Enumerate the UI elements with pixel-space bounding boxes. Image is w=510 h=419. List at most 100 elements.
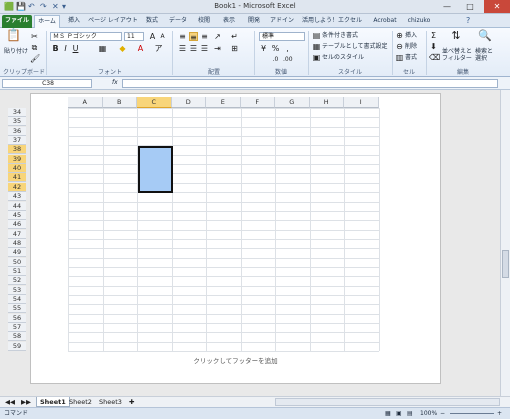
row-header-53[interactable]: 53 xyxy=(8,285,26,295)
comma-icon[interactable]: , xyxy=(283,44,292,53)
row-header-34[interactable]: 34 xyxy=(8,108,26,117)
sheet-tab-1[interactable]: Sheet1 xyxy=(36,397,70,407)
row-header-54[interactable]: 54 xyxy=(8,295,26,304)
row-header-59[interactable]: 59 xyxy=(8,341,26,351)
tab-acrobat[interactable]: Acrobat xyxy=(370,15,400,28)
row-header-47[interactable]: 47 xyxy=(8,229,26,239)
tab-developer[interactable]: 開発 xyxy=(243,15,265,28)
tab-file[interactable]: ファイル xyxy=(2,15,32,28)
row-header-49[interactable]: 49 xyxy=(8,248,26,258)
shrink-font-icon[interactable]: A xyxy=(158,32,167,41)
column-header-B[interactable]: B xyxy=(102,97,137,108)
cut-icon[interactable]: ✂ xyxy=(30,32,39,41)
row-header-36[interactable]: 36 xyxy=(8,126,26,136)
horizontal-scrollbar[interactable] xyxy=(275,398,500,406)
minimize-button[interactable]: — xyxy=(436,0,458,13)
sheet-tab-3[interactable]: Sheet3 xyxy=(96,397,125,407)
sheet-nav-last[interactable]: ▶▶ xyxy=(18,397,34,407)
row-header-50[interactable]: 50 xyxy=(8,257,26,267)
selected-range[interactable] xyxy=(138,146,173,193)
grow-font-icon[interactable]: A xyxy=(148,32,157,41)
find-select-icon[interactable]: 🔍 xyxy=(478,30,492,45)
sheet-tab-2[interactable]: Sheet2 xyxy=(66,397,95,407)
column-header-H[interactable]: H xyxy=(309,97,344,108)
paste-icon[interactable]: 📋 xyxy=(6,29,21,45)
font-size-box[interactable]: 11 xyxy=(124,32,144,41)
row-header-38[interactable]: 38 xyxy=(8,145,26,155)
zoom-level[interactable]: 100% xyxy=(420,410,437,418)
align-middle-icon[interactable]: ≡ xyxy=(189,32,198,42)
bold-icon[interactable]: B xyxy=(51,44,60,53)
decrease-decimal-icon[interactable]: .00 xyxy=(283,55,293,64)
format-cells-icon[interactable]: ▥ xyxy=(395,53,404,62)
find-select-button[interactable]: 検索と 選択 xyxy=(475,48,493,62)
insert-function-icon[interactable]: fx xyxy=(112,79,118,87)
row-header-58[interactable]: 58 xyxy=(8,332,26,342)
merge-center-icon[interactable]: ⊞ xyxy=(230,44,239,53)
view-page-layout-icon[interactable]: ▣ xyxy=(396,410,402,418)
zoom-out-icon[interactable]: − xyxy=(440,410,445,418)
column-header-I[interactable]: I xyxy=(344,97,379,108)
format-painter-icon[interactable]: 🖌 xyxy=(30,54,40,63)
row-header-37[interactable]: 37 xyxy=(8,136,26,146)
row-header-39[interactable]: 39 xyxy=(8,154,26,164)
indent-icon[interactable]: ⇥ xyxy=(213,44,222,53)
row-header-48[interactable]: 48 xyxy=(8,238,26,248)
sort-filter-button[interactable]: 並べ替えと フィルター xyxy=(442,48,472,62)
clear-icon[interactable]: ⌫ xyxy=(429,53,440,62)
align-top-icon[interactable]: ≡ xyxy=(178,32,187,41)
column-header-G[interactable]: G xyxy=(275,97,310,108)
row-header-51[interactable]: 51 xyxy=(8,266,26,276)
tab-home[interactable]: ホーム xyxy=(34,15,60,28)
help-icon[interactable]: ? xyxy=(466,16,470,26)
tab-data[interactable]: データ xyxy=(166,15,190,28)
wrap-text-icon[interactable]: ↵ xyxy=(230,32,239,41)
fill-color-icon[interactable]: ◆ xyxy=(118,44,127,53)
row-header-55[interactable]: 55 xyxy=(8,304,26,314)
cell-style-icon[interactable]: ▣ xyxy=(312,53,321,62)
zoom-slider[interactable] xyxy=(450,413,494,414)
number-format-box[interactable]: 標準 xyxy=(259,32,305,41)
column-header-E[interactable]: E xyxy=(206,97,241,108)
row-header-45[interactable]: 45 xyxy=(8,210,26,220)
table-format-icon[interactable]: ▦ xyxy=(312,42,321,51)
row-header-41[interactable]: 41 xyxy=(8,173,26,183)
row-header-42[interactable]: 42 xyxy=(8,182,26,192)
align-left-icon[interactable]: ☰ xyxy=(178,44,187,53)
view-normal-icon[interactable]: ▦ xyxy=(385,410,391,418)
row-header-57[interactable]: 57 xyxy=(8,323,26,333)
tab-katsuyou[interactable]: 活用しよう！エクセル xyxy=(300,15,364,28)
close-button[interactable]: ✕ xyxy=(484,0,510,13)
column-header-A[interactable]: A xyxy=(68,97,103,108)
table-format-button[interactable]: テーブルとして書式設定 xyxy=(322,43,387,51)
phonetic-icon[interactable]: ア xyxy=(154,44,163,53)
zoom-in-icon[interactable]: + xyxy=(497,410,502,418)
vertical-scrollbar[interactable] xyxy=(500,90,510,396)
format-cells-button[interactable]: 書式 xyxy=(405,54,417,62)
conditional-format-button[interactable]: 条件付き書式 xyxy=(322,32,358,40)
row-header-35[interactable]: 35 xyxy=(8,117,26,127)
insert-cells-button[interactable]: 挿入 xyxy=(405,32,417,40)
tab-formulas[interactable]: 数式 xyxy=(141,15,163,28)
row-header-43[interactable]: 43 xyxy=(8,192,26,202)
insert-cells-icon[interactable]: ⊕ xyxy=(395,31,404,40)
sort-filter-icon[interactable]: ⇅ xyxy=(449,30,463,45)
fill-icon[interactable]: ⬇ xyxy=(429,42,438,51)
align-right-icon[interactable]: ☰ xyxy=(200,44,209,53)
font-name-box[interactable]: ＭＳ Ｐゴシック xyxy=(50,32,122,41)
autosum-icon[interactable]: Σ xyxy=(429,31,438,40)
formula-input[interactable] xyxy=(122,79,498,88)
paste-button[interactable]: 貼り付け xyxy=(4,48,28,56)
italic-icon[interactable]: I xyxy=(61,44,70,53)
column-header-F[interactable]: F xyxy=(240,97,275,108)
copy-icon[interactable]: ⧉ xyxy=(30,43,39,52)
delete-cells-icon[interactable]: ⊖ xyxy=(395,42,404,51)
cell-grid[interactable] xyxy=(68,108,380,353)
maximize-button[interactable]: □ xyxy=(459,0,481,13)
row-header-44[interactable]: 44 xyxy=(8,201,26,211)
name-box[interactable]: C38 xyxy=(2,79,92,88)
border-icon[interactable]: ▦ xyxy=(98,44,107,53)
view-page-break-icon[interactable]: ▤ xyxy=(407,410,413,418)
column-header-C[interactable]: C xyxy=(137,97,172,108)
tab-review[interactable]: 校閲 xyxy=(193,15,215,28)
